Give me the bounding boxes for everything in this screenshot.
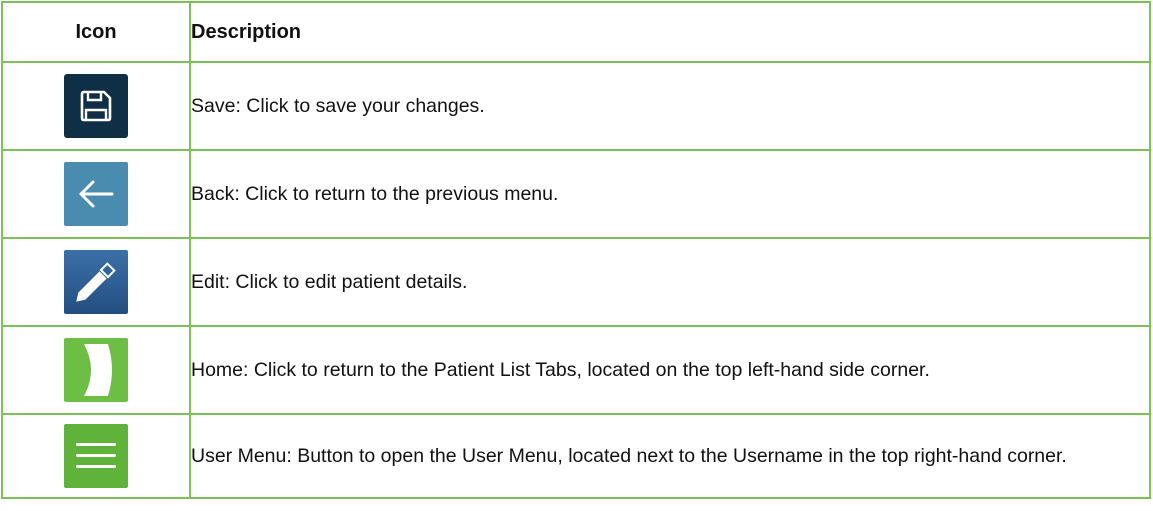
icon-cell — [1, 61, 191, 151]
icon-description-table: Icon Description Save: Click to save you… — [1, 1, 1151, 499]
icon-cell — [1, 413, 191, 499]
table-row-back: Back: Click to return to the previous me… — [1, 149, 1151, 239]
header-row: Icon Description — [1, 1, 1151, 63]
save-icon — [64, 74, 128, 138]
table-row-save: Save: Click to save your changes. — [1, 61, 1151, 151]
table-row-home: Home: Click to return to the Patient Lis… — [1, 325, 1151, 415]
table-row-edit: Edit: Click to edit patient details. — [1, 237, 1151, 327]
hamburger-menu-icon — [64, 424, 128, 488]
pencil-edit-icon — [64, 250, 128, 314]
header-icon: Icon — [1, 1, 191, 63]
icon-cell — [1, 149, 191, 239]
icon-cell — [1, 237, 191, 327]
table-row-user-menu: User Menu: Button to open the User Menu,… — [1, 413, 1151, 499]
description-home: Home: Click to return to the Patient Lis… — [189, 325, 1151, 415]
description-save: Save: Click to save your changes. — [189, 61, 1151, 151]
home-logo-icon — [64, 338, 128, 402]
description-back: Back: Click to return to the previous me… — [189, 149, 1151, 239]
description-edit: Edit: Click to edit patient details. — [189, 237, 1151, 327]
back-arrow-icon — [64, 162, 128, 226]
icon-cell — [1, 325, 191, 415]
description-user-menu: User Menu: Button to open the User Menu,… — [189, 413, 1151, 499]
header-description: Description — [189, 1, 1151, 63]
